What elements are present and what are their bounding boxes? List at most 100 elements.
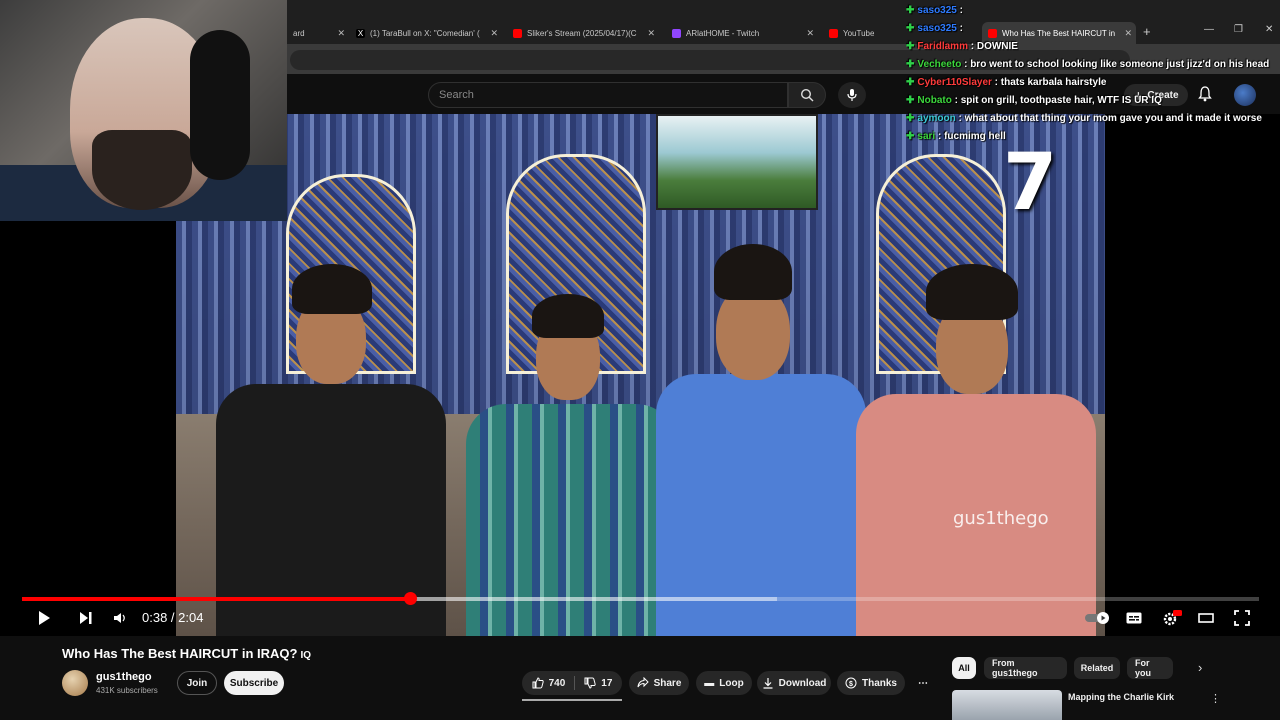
chat-username[interactable]: sari xyxy=(917,131,935,142)
thanks-button[interactable]: $ Thanks xyxy=(837,671,905,695)
chip-all[interactable]: All xyxy=(952,657,976,679)
recommendation-title[interactable]: Mapping the Charlie Kirk xyxy=(1068,692,1174,702)
subscriber-badge-icon: ✚ xyxy=(906,95,915,106)
chip-related[interactable]: Related xyxy=(1074,657,1120,679)
screen: ard ✕ X (1) TaraBull on X: "Comedian' ( … xyxy=(0,0,1280,720)
chat-username[interactable]: Vecheeto xyxy=(917,59,961,70)
join-button[interactable]: Join xyxy=(177,671,217,695)
subscriber-count: 431K subscribers xyxy=(96,686,158,695)
search-placeholder: Search xyxy=(439,89,474,101)
play-icon xyxy=(39,611,50,625)
channel-name[interactable]: gus1thego xyxy=(96,671,152,683)
subscribe-button[interactable]: Subscribe xyxy=(224,671,284,695)
youtube-favicon-icon xyxy=(829,28,838,38)
ranking-number: 7 xyxy=(1003,138,1058,228)
browser-tab[interactable]: Sliker's Stream (2025/04/17)(C ✕ xyxy=(507,22,659,44)
chat-text: thats karbala hairstyle xyxy=(1000,77,1107,88)
chip-for-you[interactable]: For you xyxy=(1127,657,1173,679)
stream-chat: ✚ saso325 : ✚ saso325 : ✚ Faridlamm : DOWNI… xyxy=(906,2,1280,146)
like-button[interactable]: 740 xyxy=(532,677,566,689)
streamer-webcam xyxy=(0,0,287,221)
youtube-favicon-icon xyxy=(513,28,522,38)
chat-message: ✚ aymoon : what about that thing your mom… xyxy=(906,110,1280,128)
share-button[interactable]: Share xyxy=(629,671,689,695)
chat-separator: : xyxy=(991,77,1001,88)
chip-label: For you xyxy=(1135,658,1152,678)
mute-button[interactable] xyxy=(110,607,130,629)
tab-title: Sliker's Stream (2025/04/17)(C xyxy=(527,28,637,38)
subscriber-badge-icon: ✚ xyxy=(906,41,915,52)
chat-username[interactable]: Nobato xyxy=(917,95,951,106)
more-vertical-icon[interactable]: ⋮ xyxy=(1210,692,1221,705)
video-title: Who Has The Best HAIRCUT in IRAQ? IQ xyxy=(62,646,311,661)
chip-label: All xyxy=(958,663,970,673)
chat-username[interactable]: aymoon xyxy=(917,113,955,124)
thanks-label: Thanks xyxy=(861,677,897,689)
close-tab-icon[interactable]: ✕ xyxy=(647,28,655,39)
duration: 2:04 xyxy=(178,610,204,625)
search-input[interactable]: Search xyxy=(428,82,788,108)
chevron-right-icon[interactable]: › xyxy=(1198,660,1202,675)
like-count: 740 xyxy=(548,677,566,689)
settings-button[interactable] xyxy=(1160,607,1184,629)
chat-message: ✚ saso325 : xyxy=(906,2,1280,20)
browser-tab[interactable]: ard ✕ xyxy=(287,22,349,44)
download-icon xyxy=(763,678,773,689)
person-blue-shirt xyxy=(656,244,866,636)
loop-button[interactable]: ▬ Loop xyxy=(696,671,752,695)
chat-username[interactable]: Cyber110Slayer xyxy=(917,77,992,88)
subscriber-badge-icon: ✚ xyxy=(906,77,915,88)
more-actions-button[interactable]: ⋯ xyxy=(911,671,935,695)
fullscreen-button[interactable] xyxy=(1232,607,1252,629)
browser-tab[interactable]: X (1) TaraBull on X: "Comedian' ( ✕ xyxy=(350,22,502,44)
chat-text: bro went to school looking like someone … xyxy=(970,59,1270,70)
download-button[interactable]: Download xyxy=(757,671,831,695)
dislike-button[interactable]: 17 xyxy=(584,677,612,689)
tab-title: ard xyxy=(293,28,305,38)
current-time: 0:38 xyxy=(142,610,168,625)
thumbs-down-icon xyxy=(584,677,596,689)
download-label: Download xyxy=(778,677,827,689)
time-separator: / xyxy=(167,610,179,625)
skip-next-icon xyxy=(80,612,92,624)
chat-text: spit on grill, toothpaste hair, WTF IS U… xyxy=(960,95,1162,106)
chat-separator: : xyxy=(935,131,945,142)
svg-text:$: $ xyxy=(849,681,853,688)
subscriber-badge-icon: ✚ xyxy=(906,59,915,70)
share-icon xyxy=(637,677,649,688)
close-tab-icon[interactable]: ✕ xyxy=(490,28,498,39)
play-button[interactable] xyxy=(34,607,54,629)
chat-username[interactable]: saso325 xyxy=(917,5,956,16)
chip-from-channel[interactable]: From gus1thego xyxy=(984,657,1067,679)
chip-label: From gus1thego xyxy=(992,658,1038,678)
autoplay-toggle[interactable] xyxy=(1084,607,1112,629)
chat-username[interactable]: Faridlamm xyxy=(917,41,968,52)
video-watermark: gus1thego xyxy=(953,508,1049,529)
chat-message: ✚ Faridlamm : DOWNIE xyxy=(906,38,1280,56)
like-dislike-group: 740 17 xyxy=(522,671,622,695)
chat-separator: : xyxy=(951,95,961,106)
join-label: Join xyxy=(186,677,208,689)
browser-tab[interactable]: ARlatHOME - Twitch ✕ xyxy=(666,22,818,44)
close-tab-icon[interactable]: ✕ xyxy=(337,28,345,39)
chip-label: Related xyxy=(1080,663,1114,673)
next-button[interactable] xyxy=(76,607,96,629)
scrubber-handle[interactable] xyxy=(404,592,417,605)
video-frame xyxy=(176,114,1105,636)
chat-text: fucmimg hell xyxy=(944,131,1006,142)
channel-avatar[interactable] xyxy=(62,670,88,696)
like-ratio-bar xyxy=(522,699,622,701)
captions-button[interactable] xyxy=(1124,607,1144,629)
chat-separator: : xyxy=(955,113,965,124)
recommendation-thumbnail[interactable] xyxy=(952,690,1062,720)
chat-message: ✚ Cyber110Slayer : thats karbala hairstyl… xyxy=(906,74,1280,92)
chat-separator: : xyxy=(956,5,963,16)
theater-mode-button[interactable] xyxy=(1196,607,1216,629)
tv-screen xyxy=(656,114,818,210)
search-button[interactable] xyxy=(788,82,826,108)
dislike-count: 17 xyxy=(601,677,613,689)
more-horizontal-icon: ⋯ xyxy=(918,677,928,689)
voice-search-button[interactable] xyxy=(838,82,866,108)
chat-username[interactable]: saso325 xyxy=(917,23,956,34)
close-tab-icon[interactable]: ✕ xyxy=(806,28,814,39)
